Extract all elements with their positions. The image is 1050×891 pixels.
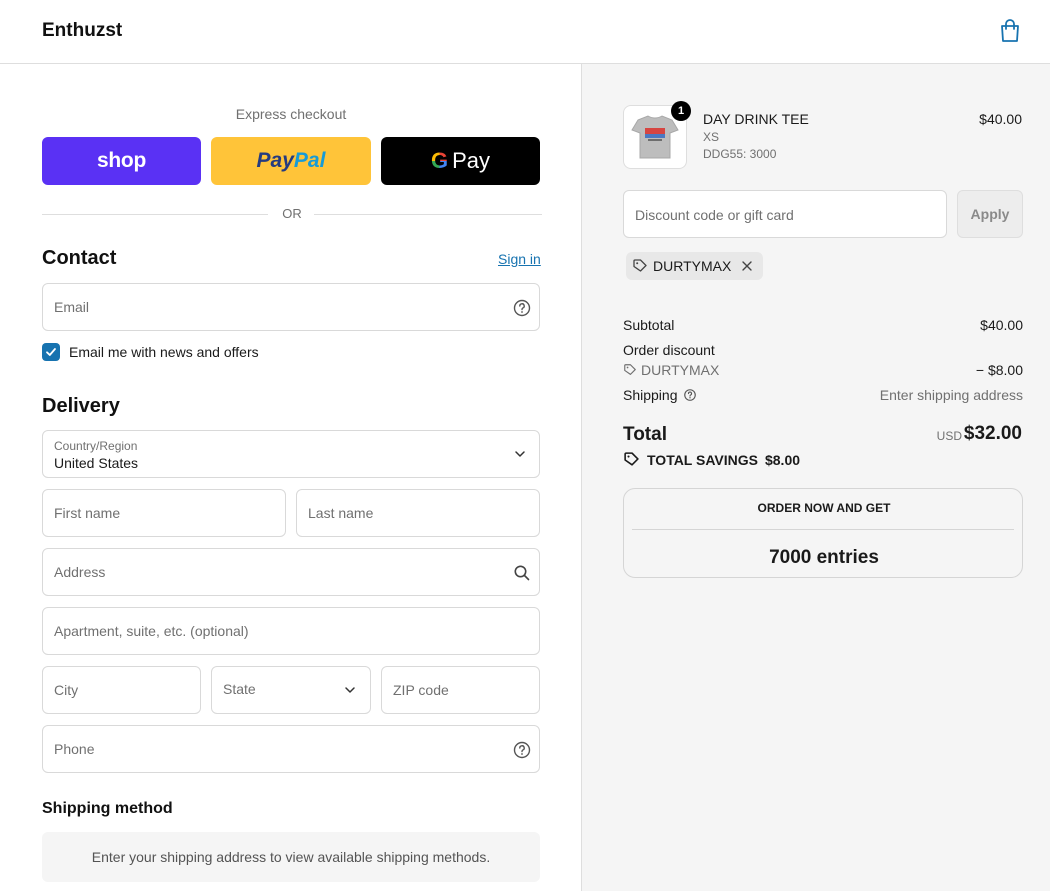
address-placeholder: Address — [54, 564, 106, 580]
checkmark-icon — [46, 348, 56, 356]
shop-pay-button[interactable]: shop — [42, 137, 201, 185]
country-select[interactable]: Country/Region United States — [42, 430, 540, 478]
newsletter-checkbox-row[interactable]: Email me with news and offers — [42, 342, 259, 362]
state-placeholder: State — [223, 681, 256, 697]
product-price: $40.00 — [979, 111, 1022, 127]
discount-code-name: DURTYMAX — [641, 362, 720, 378]
google-pay-button[interactable]: G Pay — [381, 137, 540, 185]
google-pay-label: Pay — [452, 148, 491, 173]
order-discount-label: Order discount — [623, 342, 715, 358]
or-divider: OR — [42, 206, 542, 222]
shipping-value: Enter shipping address — [879, 387, 1023, 403]
last-name-placeholder: Last name — [308, 505, 374, 521]
country-value: United States — [54, 455, 139, 471]
paypal-label-part2: Pal — [293, 149, 326, 172]
shipping-method-info: Enter your shipping address to view avai… — [42, 832, 540, 882]
email-placeholder: Email — [54, 299, 90, 315]
discount-code-input[interactable]: Discount code or gift card — [623, 190, 947, 238]
email-field[interactable]: Email — [42, 283, 540, 331]
subtotal-row: Subtotal $40.00 — [623, 317, 1023, 333]
savings-label: TOTAL SAVINGS — [647, 451, 758, 468]
phone-field[interactable]: Phone — [42, 725, 540, 773]
state-select[interactable]: State — [211, 666, 371, 714]
total-value: $32.00 — [963, 423, 1022, 444]
search-icon — [514, 565, 530, 581]
applied-code-label: DURTYMAX — [653, 258, 732, 274]
address-field[interactable]: Address — [42, 548, 540, 596]
product-name: DAY DRINK TEE — [703, 111, 809, 127]
order-discount-row: Order discount — [623, 342, 1023, 358]
discount-value: − $8.00 — [975, 362, 1023, 378]
tag-icon — [624, 364, 636, 375]
apply-discount-button[interactable]: Apply — [957, 190, 1023, 238]
last-name-field[interactable]: Last name — [296, 489, 540, 537]
help-circle-icon[interactable] — [683, 388, 697, 402]
close-icon[interactable] — [739, 258, 755, 274]
checkout-form: Express checkout shop Pay Pal G Pay OR Co… — [0, 64, 581, 891]
subtotal-label: Subtotal — [623, 317, 675, 333]
shipping-label: Shipping — [623, 387, 678, 403]
tag-icon — [624, 452, 639, 466]
product-variant: XS — [703, 130, 720, 144]
chevron-down-icon — [515, 451, 525, 457]
shopping-bag-icon[interactable] — [999, 19, 1021, 43]
shipping-method-title: Shipping method — [42, 800, 173, 817]
tag-icon — [633, 259, 647, 272]
help-circle-icon[interactable] — [512, 298, 532, 318]
first-name-placeholder: First name — [54, 505, 121, 521]
promo-entries: 7000 entries — [769, 547, 879, 568]
store-logo[interactable]: Enthuzst — [42, 20, 122, 42]
shipping-row: Shipping Enter shipping address — [623, 387, 1023, 403]
first-name-field[interactable]: First name — [42, 489, 286, 537]
applied-discount-tag: DURTYMAX — [626, 252, 764, 280]
zip-field[interactable]: ZIP code — [381, 666, 540, 714]
subtotal-value: $40.00 — [980, 317, 1023, 333]
apartment-field[interactable]: Apartment, suite, etc. (optional) — [42, 607, 540, 655]
quantity-badge: 1 — [671, 101, 691, 121]
city-field[interactable]: City — [42, 666, 201, 714]
newsletter-label: Email me with news and offers — [69, 344, 259, 360]
header: Enthuzst — [0, 0, 1050, 64]
discount-code-row: DURTYMAX − $8.00 — [623, 362, 1023, 378]
product-sku: DDG55: 3000 — [703, 147, 777, 161]
newsletter-checkbox[interactable] — [42, 343, 60, 361]
paypal-label-part1: Pay — [256, 149, 294, 172]
savings-value: $8.00 — [764, 451, 801, 468]
delivery-title: Delivery — [42, 395, 120, 417]
promo-banner: ORDER NOW AND GET 7000 entries — [623, 488, 1023, 578]
help-circle-icon[interactable] — [512, 740, 532, 760]
promo-heading: ORDER NOW AND GET — [757, 501, 891, 515]
country-label: Country/Region — [54, 439, 138, 453]
discount-placeholder: Discount code or gift card — [635, 207, 794, 223]
city-placeholder: City — [54, 682, 79, 698]
sign-in-link[interactable]: Sign in — [498, 251, 541, 267]
total-savings: TOTAL SAVINGS $8.00 — [623, 451, 800, 468]
total-label: Total — [623, 424, 667, 445]
shop-pay-label: shop — [97, 149, 146, 172]
paypal-button[interactable]: Pay Pal — [211, 137, 371, 185]
contact-title: Contact — [42, 247, 117, 269]
phone-placeholder: Phone — [54, 741, 95, 757]
express-checkout-label: Express checkout — [235, 106, 347, 122]
total-currency: USD — [936, 429, 962, 443]
apartment-placeholder: Apartment, suite, etc. (optional) — [54, 623, 249, 639]
chevron-down-icon — [345, 687, 355, 693]
google-g-icon: G — [430, 148, 449, 173]
order-summary: 1 DAY DRINK TEE XS DDG55: 3000 $40.00 Di… — [581, 64, 1050, 891]
zip-placeholder: ZIP code — [393, 682, 449, 698]
